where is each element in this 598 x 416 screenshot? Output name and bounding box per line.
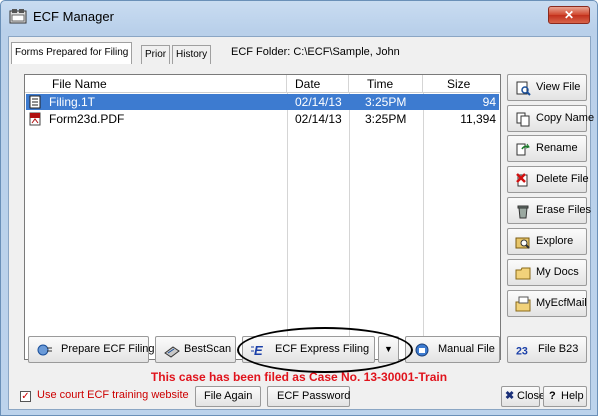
prepare-ecf-filing-button[interactable]: Prepare ECF Filing (28, 336, 155, 363)
view-file-button[interactable]: View File (507, 74, 587, 101)
close-button[interactable]: ✖ Close (501, 386, 545, 407)
svg-text:E: E (254, 343, 263, 358)
training-website-checkbox[interactable]: ✓ (20, 391, 31, 402)
tab-forms-prepared[interactable]: Forms Prepared for Filing (11, 42, 133, 64)
file-date: 02/14/13 (295, 112, 342, 126)
prepare-filing-icon (37, 344, 52, 356)
window-close-button[interactable]: ✕ (548, 6, 590, 24)
file-size: 94 (482, 95, 496, 109)
express-filing-dropdown-button[interactable]: ▼ (378, 336, 399, 363)
rename-button[interactable]: Rename (507, 135, 587, 162)
notepad-icon (29, 95, 41, 109)
column-header-date[interactable]: Date (287, 75, 349, 93)
my-docs-icon (515, 267, 531, 280)
erase-files-icon (517, 205, 529, 219)
scanner-icon (164, 346, 180, 358)
column-header-file-name[interactable]: File Name (25, 75, 287, 93)
tab-history[interactable]: History (172, 45, 212, 64)
case-filed-status: This case has been filed as Case No. 13-… (150, 370, 448, 384)
erase-files-button[interactable]: Erase Files (507, 197, 591, 224)
tab-row: Forms Prepared for Filing Prior History … (9, 40, 589, 64)
file-time: 3:25PM (365, 112, 407, 126)
explore-button[interactable]: Explore (507, 228, 587, 255)
explore-icon (515, 237, 530, 249)
delete-file-icon (516, 173, 528, 187)
file-again-button[interactable]: File Again (195, 386, 261, 407)
list-header: File Name Date Time Size (25, 75, 500, 93)
my-ecf-mail-button[interactable]: MyEcfMail (507, 290, 587, 317)
bestscan-button[interactable]: BestScan (155, 336, 236, 363)
help-question-icon: ? (549, 390, 556, 402)
pdf-icon (29, 112, 41, 126)
help-button[interactable]: ? Help (543, 386, 587, 407)
view-file-icon (516, 81, 531, 96)
file-b23-button[interactable]: 23 File B23 (507, 336, 587, 363)
file-row-form23d-pdf[interactable]: Form23d.PDF 02/14/13 3:25PM 11,394 (26, 111, 499, 127)
ecf-folder-path: ECF Folder: C:\ECF\Sample, John (231, 46, 400, 58)
close-x-icon: ✖ (505, 390, 515, 402)
column-divider (349, 93, 350, 359)
file-date: 02/14/13 (295, 95, 342, 109)
chevron-down-icon: ▼ (384, 344, 393, 354)
ecf-password-button[interactable]: ECF Password (267, 386, 350, 407)
delete-file-button[interactable]: Delete File (507, 166, 589, 193)
training-website-label[interactable]: Use court ECF training website (37, 389, 189, 401)
b23-icon: 23 (516, 345, 528, 357)
ecf-express-icon: E (251, 343, 263, 358)
svg-text:23: 23 (516, 345, 528, 357)
my-docs-button[interactable]: My Docs (507, 259, 587, 286)
tab-prior[interactable]: Prior (141, 45, 171, 64)
copy-name-button[interactable]: Copy Name (507, 105, 594, 132)
window-title: ECF Manager (33, 9, 114, 24)
my-ecf-mail-icon (515, 296, 531, 312)
manual-file-button[interactable]: Manual File (405, 336, 500, 363)
ecf-folder-label: ECF Folder: (231, 46, 291, 58)
ecf-express-filing-button[interactable]: E ECF Express Filing (242, 336, 375, 363)
file-list[interactable]: File Name Date Time Size Filing.1T 02/14… (24, 74, 501, 360)
column-divider (423, 93, 424, 359)
ecf-manager-window: ECF Manager ✕ Forms Prepared for Filing … (0, 0, 598, 416)
file-name: Filing.1T (49, 95, 96, 109)
column-divider (287, 93, 288, 359)
copy-name-icon (516, 112, 530, 127)
file-time: 3:25PM (365, 95, 407, 109)
file-name: Form23d.PDF (49, 112, 125, 126)
column-header-size[interactable]: Size (423, 75, 500, 93)
file-row-filing-1t[interactable]: Filing.1T 02/14/13 3:25PM 94 (26, 94, 499, 110)
ecf-folder-value: C:\ECF\Sample, John (293, 46, 400, 58)
column-header-time[interactable]: Time (349, 75, 423, 93)
ecf-manager-icon (9, 9, 27, 24)
rename-icon (516, 143, 530, 156)
title-bar[interactable]: ECF Manager ✕ (1, 1, 597, 31)
client-area: Forms Prepared for Filing Prior History … (8, 36, 594, 410)
file-size: 11,394 (460, 112, 496, 126)
manual-file-icon (415, 343, 429, 357)
